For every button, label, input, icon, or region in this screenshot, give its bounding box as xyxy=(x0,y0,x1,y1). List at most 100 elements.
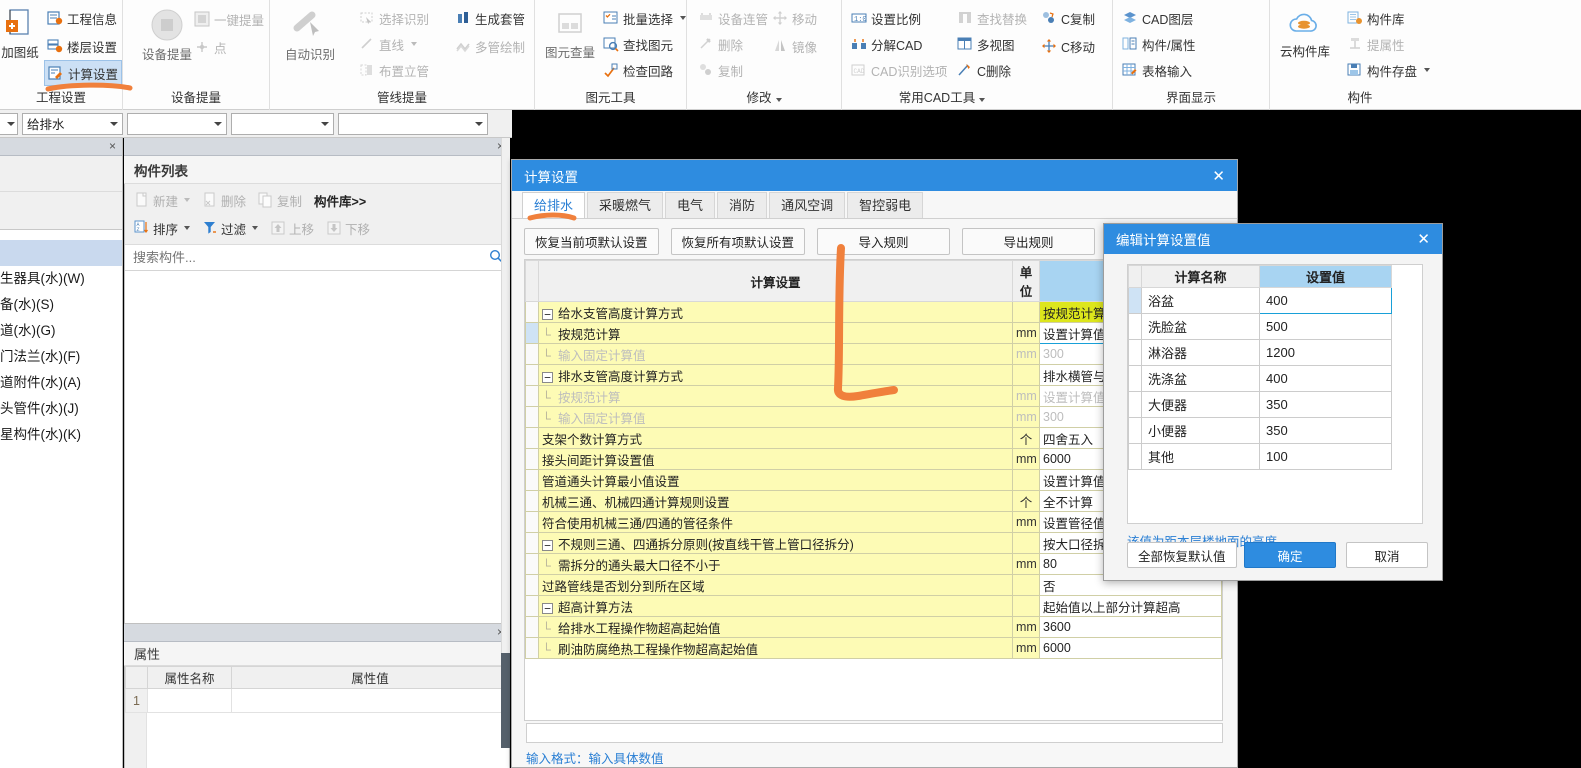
restore-all-defaults-button[interactable]: 恢复所有项默认设置 xyxy=(670,228,806,255)
table-row[interactable]: └ 给排水工程操作物超高起始值 mm 3600 xyxy=(525,616,1222,638)
table-row[interactable]: └ 刷油防腐绝热工程操作物超高起始值 mm 6000 xyxy=(525,637,1222,659)
panel-scrollbar-track[interactable] xyxy=(501,138,510,653)
ribbon-button-delete[interactable]: 删除 xyxy=(695,31,746,57)
component-library-link[interactable]: 构件库>> xyxy=(309,189,371,212)
tab-fire[interactable]: 消防 xyxy=(717,192,768,218)
ribbon-button-explode-cad[interactable]: 分解CAD xyxy=(848,31,925,57)
row-selector[interactable] xyxy=(1128,391,1142,418)
sort-button[interactable]: AZ 排序 xyxy=(129,217,195,240)
ribbon-button-component-property[interactable]: 构件/属性 xyxy=(1119,31,1198,57)
row-selector[interactable] xyxy=(1128,313,1142,340)
tab-heating-gas[interactable]: 采暖燃气 xyxy=(587,192,664,218)
close-icon[interactable]: × xyxy=(109,139,116,153)
collapse-toggle-icon[interactable]: − xyxy=(542,371,553,383)
ribbon-button-riser-layout[interactable]: 布置立管 xyxy=(356,57,432,83)
chevron-down-icon[interactable] xyxy=(411,42,418,46)
move-up-button[interactable]: 上移 xyxy=(265,217,319,240)
filter-button[interactable]: 过滤 xyxy=(197,217,263,240)
ok-button[interactable]: 确定 xyxy=(1244,542,1336,568)
chevron-down-icon[interactable] xyxy=(775,98,782,102)
table-row[interactable]: 浴盆 400 xyxy=(1128,287,1422,314)
copy-component-button[interactable]: 复制 xyxy=(253,189,307,212)
tree-item[interactable]: 备(水)(S) xyxy=(0,292,122,318)
tree-item[interactable]: 道附件(水)(A) xyxy=(0,370,122,396)
ribbon-button-device-quantity[interactable]: 设备提量 xyxy=(135,6,199,63)
ribbon-button-element-query[interactable]: 图元查量 xyxy=(538,8,602,61)
row-selector[interactable] xyxy=(1128,443,1142,470)
import-rules-button[interactable]: 导入规则 xyxy=(817,228,951,255)
table-row[interactable]: 洗脸盆 500 xyxy=(1128,313,1422,340)
chevron-down-icon[interactable] xyxy=(184,226,191,230)
ribbon-button-table-input[interactable]: 表格输入 xyxy=(1119,57,1195,83)
edit-value-cell[interactable]: 400 xyxy=(1259,365,1392,392)
collapse-toggle-icon[interactable]: − xyxy=(542,539,553,551)
tree-item[interactable]: 生器具(水)(W) xyxy=(0,266,122,292)
ribbon-button-c-move[interactable]: C移动 xyxy=(1038,33,1098,59)
edit-value-cell-editing[interactable]: 400 xyxy=(1259,287,1392,314)
tab-hvac[interactable]: 通风空调 xyxy=(769,192,846,218)
export-rules-button[interactable]: 导出规则 xyxy=(962,228,1096,255)
table-row[interactable]: 洗涤盆 400 xyxy=(1128,365,1422,392)
cancel-button[interactable]: 取消 xyxy=(1346,542,1428,568)
filter-combo-3[interactable] xyxy=(231,112,334,135)
ribbon-button-move[interactable]: 移动 xyxy=(769,5,820,31)
chevron-down-icon[interactable] xyxy=(252,226,259,230)
table-row[interactable]: 1 xyxy=(125,688,509,713)
ribbon-group-title[interactable]: 修改 xyxy=(687,87,841,106)
collapse-toggle-icon[interactable]: − xyxy=(542,308,553,320)
filter-combo-discipline[interactable]: 给排水 xyxy=(22,112,123,135)
ribbon-button-floor-settings[interactable]: 楼层设置 xyxy=(44,33,120,59)
grid-value-cell[interactable]: 起始值以上部分计算超高 xyxy=(1039,595,1222,617)
row-selector[interactable] xyxy=(1128,417,1142,444)
ribbon-button-set-scale[interactable]: 1:0 设置比例 xyxy=(848,5,924,31)
footer-input-box[interactable] xyxy=(526,723,1223,743)
edit-value-cell[interactable]: 1200 xyxy=(1259,339,1392,366)
ribbon-button-point[interactable]: 点 xyxy=(191,34,230,60)
ribbon-button-component-save[interactable]: 构件存盘 xyxy=(1344,57,1433,83)
ribbon-button-component-library[interactable]: 构件库 xyxy=(1344,5,1408,31)
tab-electrical[interactable]: 电气 xyxy=(665,192,716,218)
ribbon-button-cad-layer[interactable]: CAD图层 xyxy=(1119,5,1196,31)
tree-item[interactable]: 头管件(水)(J) xyxy=(0,396,122,422)
edit-value-cell[interactable]: 500 xyxy=(1259,313,1392,340)
property-name-cell[interactable] xyxy=(147,688,232,713)
ribbon-button-one-click-quantity[interactable]: 一键提量 xyxy=(191,6,267,32)
filter-combo-2[interactable] xyxy=(127,112,227,135)
chevron-down-icon[interactable] xyxy=(1424,68,1431,72)
property-value-cell[interactable] xyxy=(231,688,509,713)
table-row[interactable]: 淋浴器 1200 xyxy=(1128,339,1422,366)
panel-scrollbar-thumb-2[interactable] xyxy=(501,653,510,748)
tree-item[interactable]: 星构件(水)(K) xyxy=(0,422,122,448)
ribbon-button-project-info[interactable]: 工程信息 xyxy=(44,5,120,31)
table-row[interactable]: 大便器 350 xyxy=(1128,391,1422,418)
search-input[interactable] xyxy=(131,249,489,266)
table-row[interactable]: 其他 100 xyxy=(1128,443,1422,470)
ribbon-button-line[interactable]: 直线 xyxy=(356,31,420,57)
filter-combo-4[interactable] xyxy=(338,112,488,135)
edit-value-cell[interactable]: 350 xyxy=(1259,391,1392,418)
tab-weak-current[interactable]: 智控弱电 xyxy=(847,192,924,218)
reset-all-defaults-button[interactable]: 全部恢复默认值 xyxy=(1127,542,1237,568)
move-down-button[interactable]: 下移 xyxy=(321,217,375,240)
table-row[interactable]: 小便器 350 xyxy=(1128,417,1422,444)
ribbon-group-title[interactable]: 常用CAD工具 xyxy=(842,87,1042,106)
ribbon-button-c-delete[interactable]: C删除 xyxy=(954,57,1014,83)
delete-component-button[interactable]: 删除 xyxy=(197,189,251,212)
ribbon-button-cad-recognize-options[interactable]: CAD CAD识别选项 xyxy=(848,57,950,83)
chevron-down-icon[interactable] xyxy=(184,198,191,202)
ribbon-button-c-copy[interactable]: C复制 xyxy=(1038,5,1098,31)
ribbon-button-multi-pipe-draw[interactable]: 多管绘制 xyxy=(452,33,528,59)
tree-item[interactable] xyxy=(0,240,122,266)
new-component-button[interactable]: 新建 xyxy=(129,189,195,212)
ribbon-button-auto-recognize[interactable]: 自动识别 xyxy=(278,8,342,63)
table-row[interactable]: − 超高计算方法 起始值以上部分计算超高 xyxy=(525,595,1222,617)
ribbon-button-calc-settings[interactable]: 计算设置 xyxy=(44,60,123,86)
edit-value-cell[interactable]: 350 xyxy=(1259,417,1392,444)
filter-combo-0[interactable] xyxy=(0,112,18,135)
row-selector[interactable] xyxy=(1128,365,1142,392)
row-selector[interactable] xyxy=(1128,339,1142,366)
chevron-down-icon[interactable] xyxy=(979,98,986,102)
ribbon-button-find-element[interactable]: 查找图元 xyxy=(600,31,676,57)
ribbon-button-device-connect-pipe[interactable]: 设备连管 xyxy=(695,5,771,31)
close-icon[interactable]: ✕ xyxy=(1208,167,1229,185)
